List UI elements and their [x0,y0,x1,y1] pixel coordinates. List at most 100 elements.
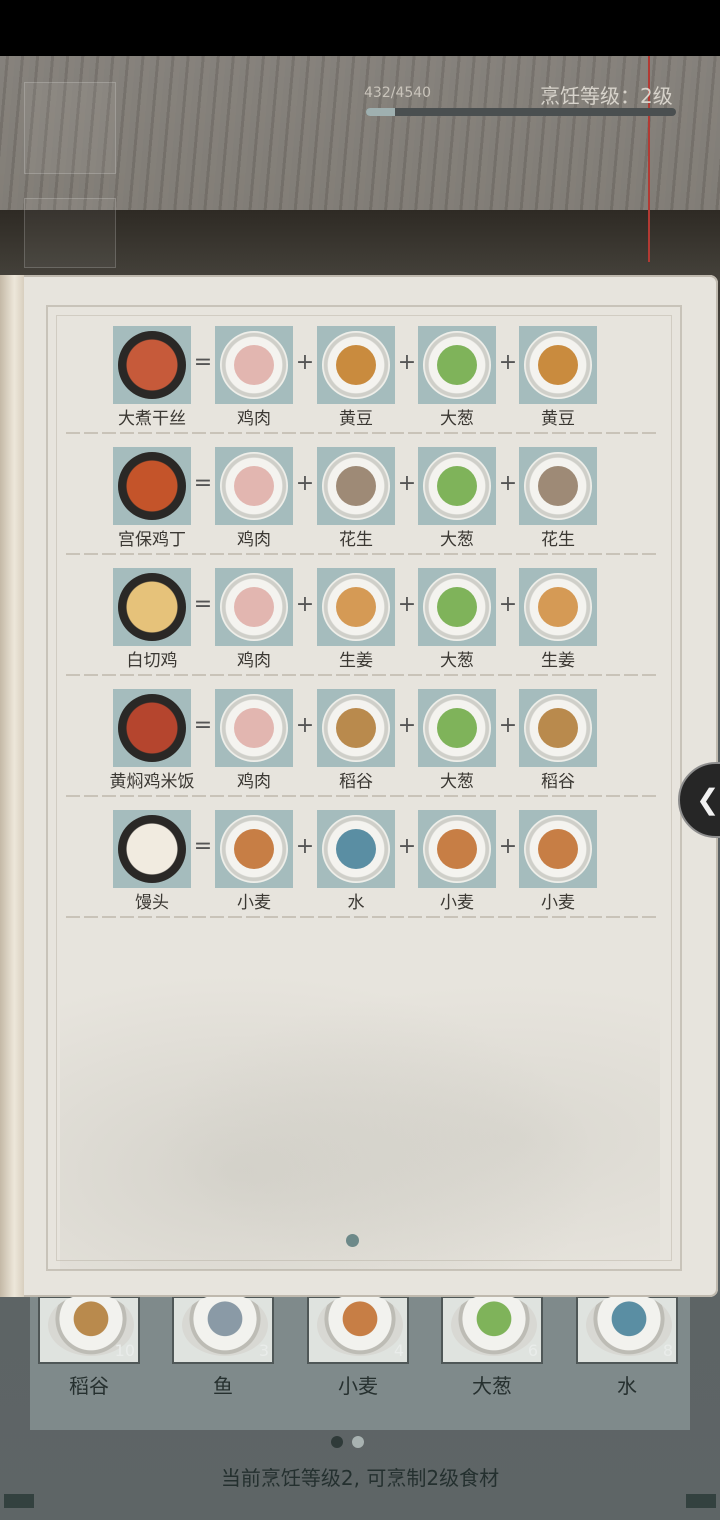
ingredient-slot[interactable] [418,568,496,646]
plus-sign: + [295,834,315,859]
ingredient-slot[interactable] [418,689,496,767]
inventory-count: 6 [527,1341,538,1360]
ingredient-image [336,829,376,869]
plus-sign: + [397,592,417,617]
ingredient-slot[interactable] [519,689,597,767]
ingredient-name: 花生 [541,530,575,550]
ingredient-slot[interactable] [215,568,293,646]
plus-sign: + [498,834,518,859]
ingredient-name: 小麦 [237,893,271,913]
dish-name: 宫保鸡丁 [118,530,186,550]
ingredient-slot[interactable] [317,689,395,767]
equals-sign: = [193,713,213,738]
ingredient-slot[interactable] [418,447,496,525]
ingredient-slot[interactable] [418,810,496,888]
ingredient-name: 大葱 [440,772,474,792]
plus-sign: + [295,350,315,375]
exp-text: 432/4540 [364,85,432,101]
plus-sign: + [397,713,417,738]
dish-slot[interactable] [113,568,191,646]
ingredient-image [437,587,477,627]
ingredient-name: 鸡肉 [237,772,271,792]
plus-sign: + [295,471,315,496]
ingredient-image [538,345,578,385]
inventory-label: 鱼 [213,1374,233,1398]
ingredient-image [234,587,274,627]
ingredient-name: 大葱 [440,651,474,671]
inventory-count: 10 [114,1341,135,1360]
ingredient-slot[interactable] [519,568,597,646]
dish-slot[interactable] [113,810,191,888]
inventory-item[interactable]: 6 [441,1294,543,1364]
ghost-slot [24,198,116,268]
dish-name: 馒头 [135,893,169,913]
inventory-item[interactable]: 3 [172,1294,274,1364]
ingredient-name: 稻谷 [541,772,575,792]
inventory-page-dot-active[interactable] [331,1436,343,1448]
dish-name: 白切鸡 [126,651,178,671]
ingredient-slot[interactable] [215,689,293,767]
dish-slot[interactable] [113,326,191,404]
chevron-left-icon: ❮ [696,783,720,816]
ingredient-slot[interactable] [215,810,293,888]
row-divider [66,553,656,555]
ingredient-slot[interactable] [519,326,597,404]
ingredient-image [437,708,477,748]
ingredient-name: 小麦 [541,893,575,913]
ingredient-slot[interactable] [317,810,395,888]
ingredient-slot[interactable] [317,568,395,646]
inventory-item[interactable]: 10 [38,1294,140,1364]
book-spine [0,275,24,1297]
equals-sign: = [193,471,213,496]
ghost-slot [24,82,116,174]
inventory-label: 稻谷 [69,1374,109,1398]
ingredient-slot[interactable] [418,326,496,404]
dish-name: 大煮干丝 [118,409,186,429]
plus-sign: + [295,713,315,738]
row-divider [66,916,656,918]
ink-landscape [60,940,660,1270]
dish-name: 黄焖鸡米饭 [109,772,195,792]
plus-sign: + [397,350,417,375]
ingredient-image [538,708,578,748]
plus-sign: + [498,350,518,375]
ingredient-name: 大葱 [440,409,474,429]
ingredient-name: 鸡肉 [237,409,271,429]
ingredient-image [234,829,274,869]
dish-slot[interactable] [113,689,191,767]
ingredient-name: 生姜 [339,651,373,671]
row-divider [66,432,656,434]
cooking-info-text: 当前烹饪等级2, 可烹制2级食材 [220,1466,500,1490]
ingredient-slot[interactable] [215,326,293,404]
ingredient-image [336,708,376,748]
plus-sign: + [295,592,315,617]
ingredient-slot[interactable] [215,447,293,525]
row-divider [66,795,656,797]
inventory-page-dot[interactable] [352,1436,364,1448]
plus-sign: + [498,713,518,738]
ingredient-name: 水 [347,893,365,913]
ingredient-name: 花生 [339,530,373,550]
plus-sign: + [397,471,417,496]
ingredient-name: 鸡肉 [237,651,271,671]
inventory-item[interactable]: 8 [576,1294,678,1364]
ingredient-name: 鸡肉 [237,530,271,550]
corner-tab-left [4,1494,34,1508]
exp-bar [366,108,676,116]
dish-slot[interactable] [113,447,191,525]
ingredient-name: 黄豆 [541,409,575,429]
ingredient-slot[interactable] [317,326,395,404]
inventory-count: 8 [662,1341,673,1360]
dish-image [118,452,186,520]
ingredient-image [336,587,376,627]
ingredient-name: 小麦 [440,893,474,913]
plus-sign: + [397,834,417,859]
ingredient-slot[interactable] [519,810,597,888]
ingredient-name: 黄豆 [339,409,373,429]
inventory-item[interactable]: 4 [307,1294,409,1364]
equals-sign: = [193,592,213,617]
ingredient-slot[interactable] [519,447,597,525]
inventory-label: 水 [617,1374,637,1398]
ingredient-slot[interactable] [317,447,395,525]
page-indicator-dot [346,1234,359,1247]
